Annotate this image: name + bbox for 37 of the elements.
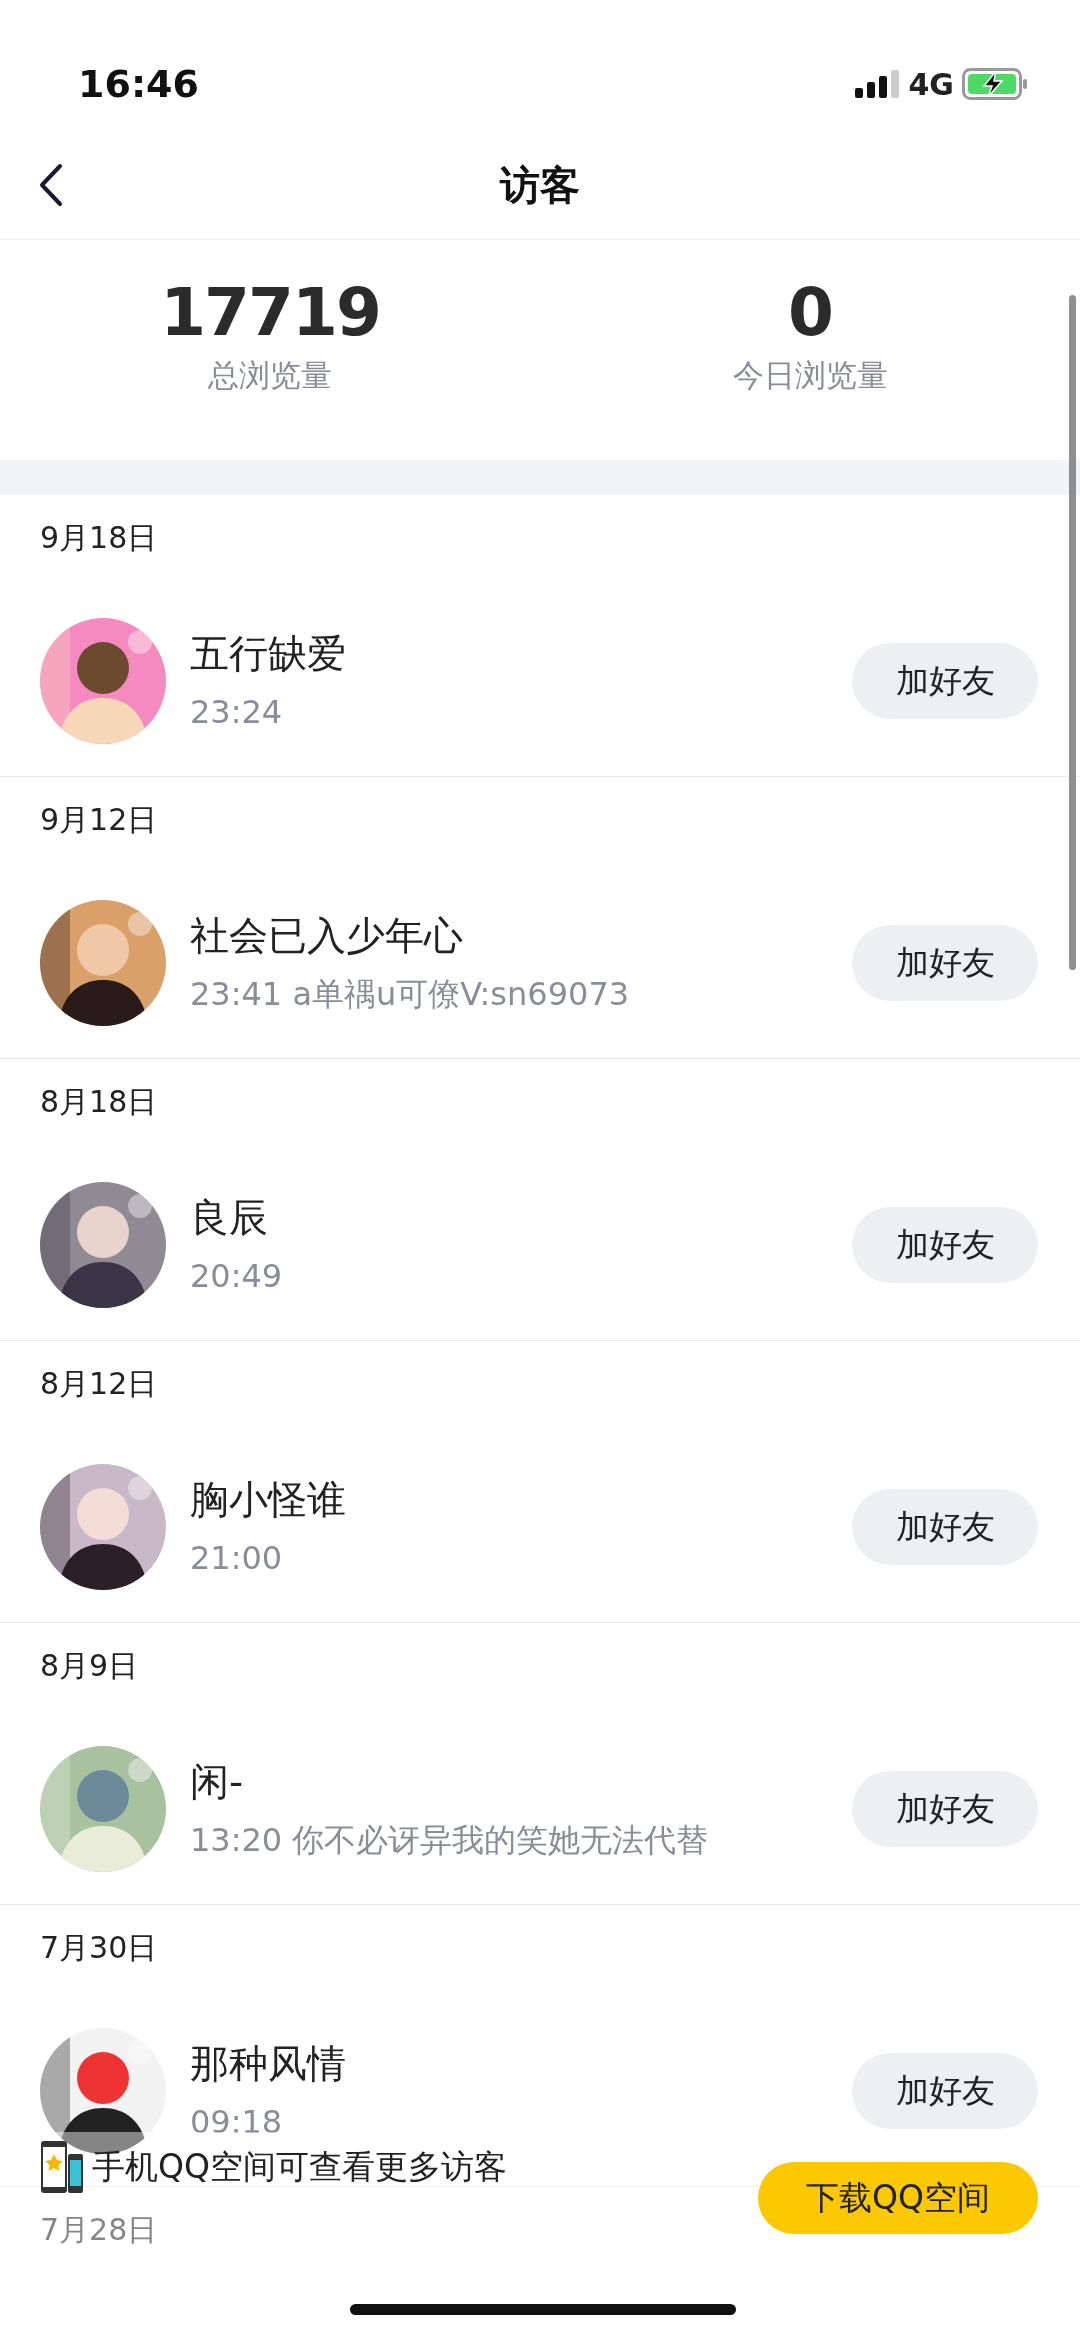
- page-title: 访客: [500, 160, 580, 210]
- stat-label: 总浏览量: [208, 356, 332, 395]
- visitor-name: 社会已入少年心: [190, 912, 464, 961]
- add-friend-button[interactable]: 加好友: [852, 924, 1038, 1001]
- visit-detail: 20:49: [190, 1255, 283, 1297]
- date-header: 8月12日: [40, 1366, 158, 1401]
- stat-label: 今日浏览量: [732, 356, 888, 395]
- signal-icon: [854, 70, 901, 98]
- add-friend-button[interactable]: 加好友: [852, 1770, 1038, 1847]
- visit-detail: 13:20 你不必讶异我的笑她无法代替: [190, 1819, 709, 1861]
- phone-app-icon: [40, 2140, 84, 2194]
- stat-value: 17719: [160, 280, 380, 346]
- add-friend-button[interactable]: 加好友: [852, 2052, 1038, 2129]
- date-header: 8月9日: [40, 1648, 139, 1683]
- date-header: 8月18日: [40, 1084, 158, 1119]
- visit-detail: 09:18: [190, 2101, 284, 2143]
- add-friend-button[interactable]: 加好友: [852, 1488, 1038, 1565]
- visit-detail: 23:41 a单禑u可僚V:sn69073: [190, 973, 630, 1015]
- network-label: 4G: [908, 65, 954, 104]
- stat-value: 0: [788, 280, 832, 346]
- status-time: 16:46: [78, 60, 199, 108]
- date-header: 7月28日: [40, 2212, 158, 2247]
- visitor-name: 五行缺爱: [190, 630, 346, 679]
- visitor-name: 闲-: [190, 1758, 245, 1807]
- visitor-name: 那种风情: [190, 2040, 346, 2089]
- date-header: 9月18日: [40, 520, 158, 555]
- visitor-name: 良辰: [190, 1194, 269, 1243]
- date-header: 9月12日: [40, 802, 158, 837]
- add-friend-button[interactable]: 加好友: [852, 1206, 1038, 1283]
- visitor-name: 胸小怪谁: [190, 1476, 346, 1525]
- visit-detail: 23:24: [190, 691, 284, 733]
- date-header: 7月30日: [40, 1930, 158, 1965]
- visit-detail: 21:00: [190, 1537, 284, 1579]
- battery-charging-icon: [962, 68, 1028, 100]
- download-button[interactable]: 下载QQ空间: [758, 2162, 1038, 2234]
- add-friend-button[interactable]: 加好友: [852, 642, 1038, 719]
- banner-text: 手机QQ空间可查看更多访客: [92, 2146, 507, 2189]
